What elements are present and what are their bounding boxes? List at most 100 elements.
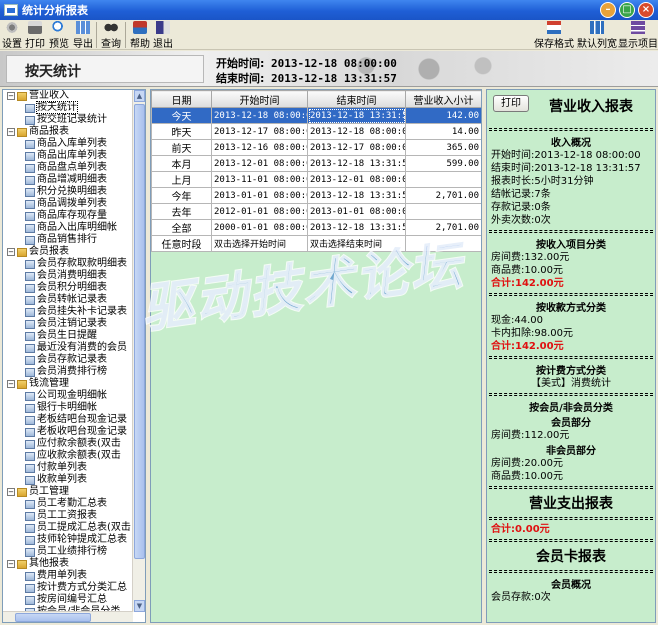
tree-group[interactable]: − 其他报表	[3, 558, 133, 570]
tree-item[interactable]: 按房间编号汇总	[3, 594, 133, 606]
tree-item[interactable]: 公司现金明细帐	[3, 390, 133, 402]
tree-item[interactable]: 按计费方式分类汇总	[3, 582, 133, 594]
tree-item[interactable]: 会员消费排行榜	[3, 366, 133, 378]
tree-item[interactable]: 商品库存现存量	[3, 210, 133, 222]
table-cell[interactable]: 本月	[151, 155, 212, 172]
table-cell[interactable]	[405, 171, 481, 188]
tree-item[interactable]: 应收款余额表(双击	[3, 450, 133, 462]
table-row[interactable]: 任意时段 双击选择开始时间 双击选择结束时间	[151, 235, 481, 252]
scroll-up-icon[interactable]: ▲	[134, 90, 145, 102]
exit-button[interactable]: 退出	[152, 21, 174, 50]
table-cell[interactable]: 2000-01-01 08:00:00	[211, 219, 308, 236]
collapse-icon[interactable]: −	[7, 560, 15, 568]
tree-item[interactable]: 老板收吧台现金记录	[3, 426, 133, 438]
tree-item[interactable]: 员工工资报表	[3, 510, 133, 522]
table-cell[interactable]: 2012-01-01 08:00:00	[211, 203, 308, 220]
table-row[interactable]: 去年 2012-01-01 08:00:00 2013-01-01 08:00:00	[151, 203, 481, 220]
report-print-button[interactable]: 打印	[493, 95, 529, 112]
maximize-icon[interactable]: □	[619, 2, 635, 18]
tree-group[interactable]: − 商品报表	[3, 126, 133, 138]
settings-button[interactable]: 设置	[2, 21, 22, 50]
tree-group[interactable]: − 员工管理	[3, 486, 133, 498]
tree-item[interactable]: 会员存款记录表	[3, 354, 133, 366]
tree-item[interactable]: 费用单列表	[3, 570, 133, 582]
table-cell[interactable]: 2013-11-01 08:00:00	[211, 171, 308, 188]
tree-item[interactable]: 商品盘点单列表	[3, 162, 133, 174]
column-header[interactable]: 开始时间	[211, 90, 308, 108]
column-header[interactable]: 日期	[151, 90, 212, 108]
table-cell[interactable]: 2013-12-01 08:00:00	[211, 155, 308, 172]
tree-item[interactable]: 员工考勤汇总表	[3, 498, 133, 510]
minimize-icon[interactable]: –	[600, 2, 616, 18]
table-cell[interactable]: 2013-12-18 08:00:00	[211, 107, 308, 124]
tree-item[interactable]: 付款单列表	[3, 462, 133, 474]
table-cell[interactable]: 双击选择结束时间	[307, 235, 406, 252]
tree-item[interactable]: 按交班记录统计	[3, 114, 133, 126]
tree-item[interactable]: 商品调拨单列表	[3, 198, 133, 210]
tree-item[interactable]: 技师轮钟提成汇总表	[3, 534, 133, 546]
table-cell[interactable]: 2,701.00	[405, 219, 481, 236]
table-cell[interactable]: 14.00	[405, 123, 481, 140]
tree-scroll-thumb[interactable]	[134, 104, 145, 559]
table-row[interactable]: 前天 2013-12-16 08:00:00 2013-12-17 08:00:00…	[151, 139, 481, 156]
table-cell[interactable]: 2013-12-18 13:31:57	[307, 107, 406, 124]
table-row[interactable]: 本月 2013-12-01 08:00:00 2013-12-18 13:31:57…	[151, 155, 481, 172]
tree-item[interactable]: 商品销售排行	[3, 234, 133, 246]
table-cell[interactable]: 2013-12-01 08:00:00	[307, 171, 406, 188]
table-cell[interactable]: 2013-12-18 13:31:57	[307, 219, 406, 236]
table-cell[interactable]: 双击选择开始时间	[211, 235, 308, 252]
tree-item[interactable]: 应付款余额表(双击	[3, 438, 133, 450]
table-cell[interactable]	[405, 203, 481, 220]
tree-item[interactable]: 商品增减明细表	[3, 174, 133, 186]
collapse-icon[interactable]: −	[7, 128, 15, 136]
table-cell[interactable]: 365.00	[405, 139, 481, 156]
collapse-icon[interactable]: −	[7, 92, 15, 100]
column-header[interactable]: 营业收入小计	[405, 90, 481, 108]
tree-item[interactable]: 员工提成汇总表(双击	[3, 522, 133, 534]
tree-item[interactable]: 会员积分明细表	[3, 282, 133, 294]
table-cell[interactable]: 2013-12-18 08:00:00	[307, 123, 406, 140]
table-cell[interactable]: 2013-12-16 08:00:00	[211, 139, 308, 156]
tree-item[interactable]: 会员存款取款明细表	[3, 258, 133, 270]
table-cell[interactable]	[405, 235, 481, 252]
collapse-icon[interactable]: −	[7, 488, 15, 496]
table-cell[interactable]: 142.00	[405, 107, 481, 124]
print-button[interactable]: 打印	[24, 21, 46, 50]
table-cell[interactable]: 2013-12-18 13:31:57	[307, 187, 406, 204]
collapse-icon[interactable]: −	[7, 380, 15, 388]
export-button[interactable]: 导出	[72, 21, 94, 50]
help-button[interactable]: 帮助	[129, 21, 151, 50]
table-cell[interactable]: 2013-12-17 08:00:00	[211, 123, 308, 140]
tree-vertical-scrollbar[interactable]: ▲ ▼	[132, 90, 145, 612]
default-width-button[interactable]: 默认列宽	[577, 21, 617, 50]
table-cell[interactable]: 去年	[151, 203, 212, 220]
scroll-down-icon[interactable]: ▼	[134, 600, 145, 612]
tree-item[interactable]: 商品出库单列表	[3, 150, 133, 162]
tree-group[interactable]: − 营业收入	[3, 90, 133, 102]
tree-group[interactable]: − 会员报表	[3, 246, 133, 258]
table-row[interactable]: 上月 2013-11-01 08:00:00 2013-12-01 08:00:00	[151, 171, 481, 188]
tree-group[interactable]: − 钱流管理	[3, 378, 133, 390]
table-cell[interactable]: 前天	[151, 139, 212, 156]
tree-item[interactable]: 收款单列表	[3, 474, 133, 486]
preview-button[interactable]: 预览	[48, 21, 70, 50]
close-icon[interactable]: ×	[638, 2, 654, 18]
tree-item[interactable]: 银行卡明细帐	[3, 402, 133, 414]
tree-item[interactable]: 最近没有消费的会员	[3, 342, 133, 354]
tree-hscroll-thumb[interactable]	[15, 613, 91, 622]
table-cell[interactable]: 上月	[151, 171, 212, 188]
table-cell[interactable]: 2013-12-17 08:00:00	[307, 139, 406, 156]
table-cell[interactable]: 2,701.00	[405, 187, 481, 204]
table-row[interactable]: 今年 2013-01-01 08:00:00 2013-12-18 13:31:57…	[151, 187, 481, 204]
tree-item[interactable]: 会员消费明细表	[3, 270, 133, 282]
table-cell[interactable]: 599.00	[405, 155, 481, 172]
tree-horizontal-scrollbar[interactable]	[3, 611, 133, 622]
tree-item[interactable]: 会员挂失补卡记录表	[3, 306, 133, 318]
tree-item[interactable]: 员工业绩排行榜	[3, 546, 133, 558]
tree-item[interactable]: 按天统计	[3, 101, 133, 114]
tree-item[interactable]: 积分兑换明细表	[3, 186, 133, 198]
tree-item[interactable]: 商品入出库明细帐	[3, 222, 133, 234]
table-cell[interactable]: 2013-01-01 08:00:00	[307, 203, 406, 220]
query-button[interactable]: 查询	[100, 21, 122, 50]
table-cell[interactable]: 任意时段	[151, 235, 212, 252]
